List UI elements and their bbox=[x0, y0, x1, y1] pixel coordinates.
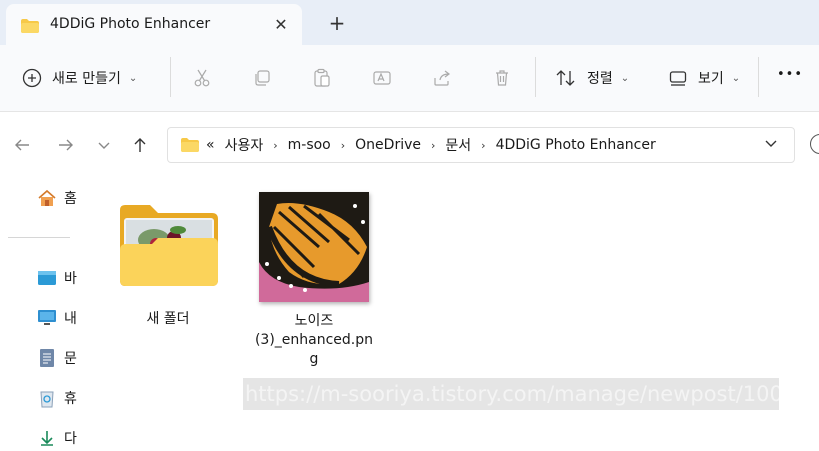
breadcrumb-separator-icon[interactable]: › bbox=[341, 139, 345, 152]
sidebar-item-label: 홈 bbox=[64, 191, 77, 207]
delete-icon[interactable] bbox=[490, 66, 514, 90]
image-file-item[interactable]: 노이즈 (3)_enhanced.pn g bbox=[248, 192, 380, 369]
toolbar-divider bbox=[535, 57, 536, 97]
more-options-button[interactable]: ••• bbox=[777, 67, 803, 82]
toolbar-divider bbox=[758, 57, 759, 97]
home-icon bbox=[36, 188, 58, 208]
url-watermark: https://m-sooriya.tistory.com/manage/new… bbox=[243, 378, 779, 410]
sidebar-divider bbox=[8, 237, 70, 238]
sort-icon bbox=[555, 68, 577, 88]
file-name-line: 노이즈 bbox=[294, 313, 334, 329]
image-thumbnail bbox=[259, 192, 369, 302]
copy-icon[interactable] bbox=[250, 66, 274, 90]
sort-button[interactable]: 정렬 ⌄ bbox=[555, 68, 629, 88]
sidebar-item-documents[interactable]: 문 bbox=[36, 348, 82, 368]
folder-item[interactable]: 새 폴더 bbox=[108, 200, 228, 329]
forward-arrow-icon[interactable] bbox=[54, 133, 78, 157]
file-name: 새 폴더 bbox=[146, 311, 190, 327]
sidebar-item-recycle-bin[interactable]: 휴 bbox=[36, 388, 82, 408]
chevron-down-icon: ⌄ bbox=[731, 72, 741, 84]
rename-icon[interactable] bbox=[370, 66, 394, 90]
navigation-row: « 사용자 › m-soo › OneDrive › 문서 › 4DDiG Ph… bbox=[0, 112, 819, 178]
recycle-bin-icon bbox=[36, 388, 58, 408]
sidebar-item-pc[interactable]: 내 bbox=[36, 308, 82, 328]
view-button-label: 보기 bbox=[698, 71, 724, 87]
new-button[interactable]: 새로 만들기 ⌄ bbox=[22, 68, 137, 88]
plus-circle-icon bbox=[22, 68, 42, 88]
downloads-icon bbox=[36, 428, 58, 448]
breadcrumb-item[interactable]: m-soo bbox=[288, 137, 331, 153]
view-button[interactable]: 보기 ⌄ bbox=[668, 68, 740, 88]
sidebar-item-label: 내 bbox=[64, 311, 77, 327]
breadcrumb-item[interactable]: 문서 bbox=[445, 135, 471, 155]
chevron-down-icon: ⌄ bbox=[128, 72, 138, 84]
new-tab-button[interactable]: + bbox=[326, 11, 348, 35]
new-button-label: 새로 만들기 bbox=[52, 71, 121, 87]
file-list: 새 폴더 노이즈 (3)_enhanced.pn g bbox=[82, 178, 819, 451]
navigation-pane: 홈 바 내 문 휴 다 bbox=[0, 178, 82, 451]
breadcrumb-item-current[interactable]: 4DDiG Photo Enhancer bbox=[496, 137, 656, 153]
sidebar-item-home[interactable]: 홈 bbox=[36, 188, 82, 208]
tab-bar: 4DDiG Photo Enhancer ✕ + bbox=[0, 0, 819, 45]
pc-icon bbox=[36, 308, 58, 328]
breadcrumb-separator-icon[interactable]: › bbox=[431, 139, 435, 152]
search-icon[interactable] bbox=[810, 134, 819, 154]
active-tab[interactable]: 4DDiG Photo Enhancer ✕ bbox=[6, 4, 302, 45]
documents-icon bbox=[36, 348, 58, 368]
sidebar-item-label: 휴 bbox=[64, 391, 77, 407]
view-icon bbox=[668, 68, 688, 88]
paste-icon[interactable] bbox=[310, 66, 334, 90]
sidebar-item-desktop[interactable]: 바 bbox=[36, 268, 82, 288]
folder-icon bbox=[20, 18, 40, 38]
back-arrow-icon[interactable] bbox=[10, 133, 34, 157]
share-icon[interactable] bbox=[430, 66, 454, 90]
command-bar: 새로 만들기 ⌄ 정렬 ⌄ 보기 ⌄ ••• bbox=[0, 45, 819, 112]
breadcrumb: « 사용자 › m-soo › OneDrive › 문서 › 4DDiG Ph… bbox=[180, 128, 656, 162]
breadcrumb-overflow[interactable]: « bbox=[206, 137, 215, 153]
sidebar-item-label: 문 bbox=[64, 351, 77, 367]
breadcrumb-item[interactable]: 사용자 bbox=[225, 135, 264, 155]
sort-button-label: 정렬 bbox=[587, 71, 613, 87]
file-name-line: (3)_enhanced.pn bbox=[254, 332, 374, 348]
folder-icon bbox=[180, 137, 200, 153]
close-tab-button[interactable]: ✕ bbox=[271, 14, 291, 34]
toolbar-divider bbox=[170, 57, 171, 97]
chevron-down-icon: ⌄ bbox=[620, 72, 630, 84]
sidebar-item-downloads[interactable]: 다 bbox=[36, 428, 82, 448]
breadcrumb-item[interactable]: OneDrive bbox=[355, 137, 421, 153]
sidebar-item-label: 바 bbox=[64, 271, 77, 287]
tab-title: 4DDiG Photo Enhancer bbox=[50, 16, 211, 32]
cut-icon[interactable] bbox=[190, 66, 214, 90]
sidebar-item-label: 다 bbox=[64, 431, 77, 447]
folder-icon bbox=[114, 200, 222, 290]
up-arrow-icon[interactable] bbox=[128, 133, 152, 157]
address-bar[interactable]: « 사용자 › m-soo › OneDrive › 문서 › 4DDiG Ph… bbox=[167, 127, 795, 163]
recent-locations-chevron-icon[interactable] bbox=[92, 133, 116, 157]
breadcrumb-separator-icon[interactable]: › bbox=[481, 139, 485, 152]
desktop-icon bbox=[36, 268, 58, 288]
address-dropdown-chevron-icon[interactable] bbox=[764, 136, 778, 153]
breadcrumb-separator-icon[interactable]: › bbox=[273, 139, 277, 152]
file-name-line: g bbox=[309, 351, 319, 367]
